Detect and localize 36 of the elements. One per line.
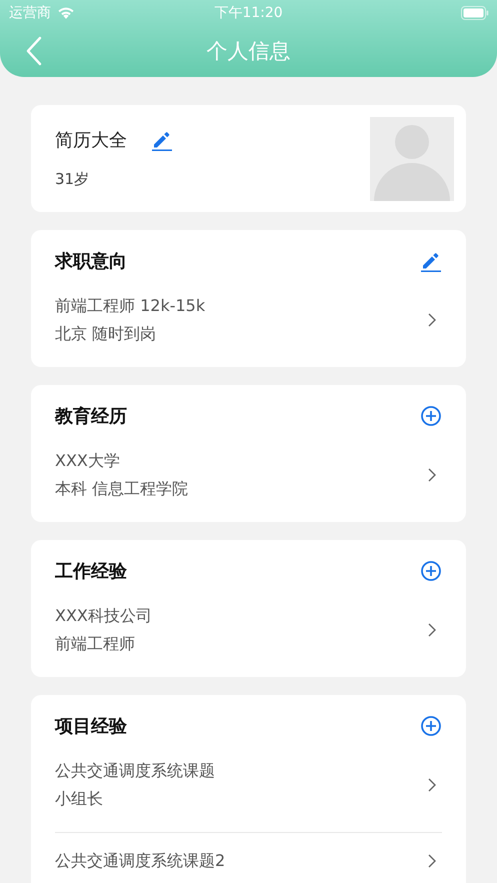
section-title: 工作经验 <box>55 560 127 583</box>
entry-row[interactable]: 公共交通调度系统课题 小组长 <box>55 757 442 832</box>
carrier-label: 运营商 <box>9 4 51 22</box>
wifi-icon <box>57 6 75 20</box>
chevron-icon <box>428 854 436 868</box>
entry-text: 公共交通调度系统课题 <box>55 760 215 782</box>
add-button[interactable] <box>420 715 442 737</box>
entry-text: 前端工程师 12k-15k <box>55 295 206 317</box>
edit-button[interactable] <box>151 129 173 151</box>
section-title: 教育经历 <box>55 405 127 428</box>
battery-icon <box>461 6 489 20</box>
edit-button[interactable] <box>420 250 442 272</box>
entry-row[interactable]: 公共交通调度系统课题2 <box>55 832 442 883</box>
chevron-icon <box>428 468 436 482</box>
entry-row[interactable]: XXX大学 本科 信息工程学院 <box>55 447 442 522</box>
entry-text: 本科 信息工程学院 <box>55 478 188 500</box>
profile-age: 31岁 <box>55 170 90 189</box>
entry-text: XXX科技公司 <box>55 605 152 627</box>
avatar-icon <box>370 116 454 200</box>
chevron-icon <box>428 623 436 637</box>
chevron-icon <box>428 778 436 792</box>
entry-text: 小组长 <box>55 788 104 810</box>
add-button[interactable] <box>420 560 442 582</box>
entry-text: XXX大学 <box>55 450 121 472</box>
page-title: 个人信息 <box>206 38 290 65</box>
entry-row[interactable]: XXX科技公司 前端工程师 <box>55 602 442 677</box>
profile-name: 简历大全 <box>55 129 127 152</box>
entry-row[interactable]: 前端工程师 12k-15k 北京 随时到岗 <box>55 292 442 367</box>
entry-text: 北京 随时到岗 <box>55 323 158 345</box>
add-button[interactable] <box>420 405 442 427</box>
chevron-icon <box>428 313 436 327</box>
entry-text: 前端工程师 <box>55 633 136 655</box>
section-title: 求职意向 <box>55 250 127 273</box>
status-time: 下午11:20 <box>214 4 283 22</box>
section-title: 项目经验 <box>55 715 127 738</box>
entry-text: 公共交通调度系统课题2 <box>55 850 226 872</box>
